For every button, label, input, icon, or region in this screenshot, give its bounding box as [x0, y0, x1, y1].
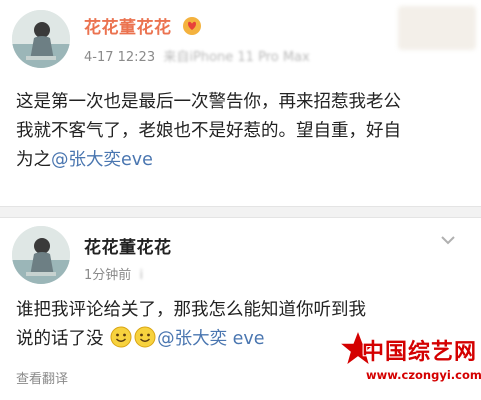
username[interactable]: 花花董花花	[84, 13, 202, 38]
translate-link[interactable]: 查看翻译	[16, 368, 68, 387]
smile-emoji-icon	[134, 326, 156, 348]
card-divider	[0, 206, 481, 218]
mention-link[interactable]: @张大奕 eve	[157, 329, 264, 349]
watermark-title: 中国综艺网	[362, 339, 478, 364]
post-time-source: 4-17 12:23 来自iPhone 11 Pro Max	[84, 50, 310, 65]
mention-link[interactable]: @张大奕eve	[51, 150, 153, 170]
blurred-area	[398, 6, 476, 50]
site-watermark: 中国综艺网 www.czongyi.com	[338, 328, 481, 398]
comment-card-1: 花花董花花 4-17 12:23 来自iPhone 11 Pro Max 这是第…	[0, 0, 481, 206]
username[interactable]: 花花董花花	[84, 233, 172, 258]
watermark-url: www.czongyi.com	[366, 368, 481, 382]
vip-heart-badge-icon	[182, 17, 201, 35]
chevron-down-icon[interactable]	[440, 234, 456, 246]
avatar[interactable]	[12, 226, 70, 284]
post-source: i	[139, 268, 144, 283]
avatar[interactable]	[12, 10, 70, 68]
post-source: 来自iPhone 11 Pro Max	[163, 50, 310, 65]
smile-emoji-icon	[110, 326, 132, 348]
post-time-source: 1分钟前 i	[84, 268, 144, 283]
comment-text: 这是第一次也是最后一次警告你，再来招惹我老公 我就不客气了，老娘也不是好惹的。望…	[16, 92, 401, 170]
